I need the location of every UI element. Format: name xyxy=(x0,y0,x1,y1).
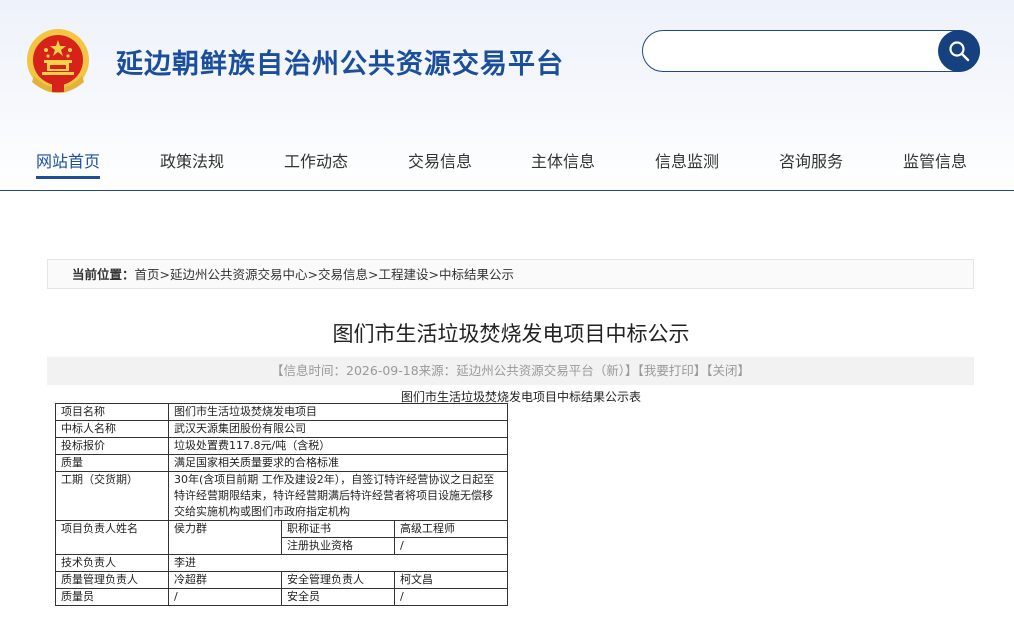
breadcrumb-result[interactable]: 中标结果公示 xyxy=(439,267,514,282)
table-cell-value: 图们市生活垃圾焚烧发电项目 xyxy=(168,403,508,421)
close-link[interactable]: 【关闭】 xyxy=(706,363,750,378)
search-box xyxy=(642,30,980,72)
table-cell-value: 武汉天源集团股份有限公司 xyxy=(168,420,508,438)
nav-item-monitoring[interactable]: 信息监测 xyxy=(655,148,719,172)
national-emblem-icon xyxy=(27,29,89,93)
table-cell-value: 李进 xyxy=(168,554,508,572)
breadcrumb-center[interactable]: 延边州公共资源交易中心 xyxy=(170,267,308,282)
table-cell-value: 30年(含项目前期 工作及建设2年），自签订特许经营协议之日起至 特许经营期限结束… xyxy=(168,471,508,521)
period-line: 30年(含项目前期 工作及建设2年），自签订特许经营协议之日起至 xyxy=(174,473,495,486)
table-cell-value: / xyxy=(394,537,508,555)
table-cell-label: 职称证书 xyxy=(281,520,395,538)
nav-item-trade-info[interactable]: 交易信息 xyxy=(408,148,472,172)
table-row: 质量管理负责人 冷超群 安全管理负责人 柯文昌 xyxy=(55,571,508,589)
table-cell-value: 冷超群 xyxy=(168,571,282,589)
table-cell-label: 注册执业资格 xyxy=(281,537,395,555)
breadcrumb-home[interactable]: 首页 xyxy=(135,267,160,282)
breadcrumb-trade-info[interactable]: 交易信息 xyxy=(318,267,368,282)
period-line: 交给实施机构或图们市政府指定机构 xyxy=(174,505,350,518)
table-row: 项目负责人姓名 侯力群 职称证书 高级工程师 xyxy=(55,520,508,555)
breadcrumb-separator: > xyxy=(307,267,319,282)
table-cell-value: 满足国家相关质量要求的合格标准 xyxy=(168,454,508,472)
table-cell-value: / xyxy=(394,588,508,606)
search-button[interactable] xyxy=(938,30,980,72)
table-row: 项目名称 图们市生活垃圾焚烧发电项目 xyxy=(55,403,508,421)
search-icon xyxy=(949,41,970,62)
result-table: 项目名称 图们市生活垃圾焚烧发电项目 中标人名称 武汉天源集团股份有限公司 投标… xyxy=(55,403,508,606)
info-source-label: 来源： xyxy=(418,363,457,378)
period-line: 特许经营期限结束，特许经营期满后特许经营者将项目设施无偿移 xyxy=(174,489,493,502)
table-cell-value: 高级工程师 xyxy=(394,520,508,538)
table-cell-label: 安全员 xyxy=(281,588,395,606)
nav-item-consulting[interactable]: 咨询服务 xyxy=(779,148,843,172)
breadcrumb: 当前位置：首页>延边州公共资源交易中心>交易信息>工程建设>中标结果公示 xyxy=(47,259,974,289)
search-input[interactable] xyxy=(657,39,931,65)
print-link[interactable]: 【我要打印】 xyxy=(637,363,706,378)
table-row: 工期（交货期） 30年(含项目前期 工作及建设2年），自签订特许经营协议之日起至… xyxy=(55,471,508,521)
table-cell-label: 质量员 xyxy=(55,588,169,606)
table-cell-label: 质量 xyxy=(55,454,169,472)
site-title: 延边朝鲜族自治州公共资源交易平台 xyxy=(116,49,564,80)
page-title: 图们市生活垃圾焚烧发电项目中标公示 xyxy=(332,322,690,346)
breadcrumb-construction[interactable]: 工程建设 xyxy=(379,267,429,282)
table-cell-value: 柯文昌 xyxy=(394,571,508,589)
table-row: 质量 满足国家相关质量要求的合格标准 xyxy=(55,454,508,472)
table-cell-value: / xyxy=(168,588,282,606)
nav-item-home[interactable]: 网站首页 xyxy=(36,148,100,172)
table-cell-label: 项目名称 xyxy=(55,403,169,421)
breadcrumb-separator: > xyxy=(428,267,440,282)
main-nav: 网站首页 政策法规 工作动态 交易信息 主体信息 信息监测 咨询服务 监管信息 xyxy=(0,140,1014,180)
table-cell-label: 安全管理负责人 xyxy=(281,571,395,589)
table-cell-label: 项目负责人姓名 xyxy=(55,520,169,555)
table-cell-label: 中标人名称 xyxy=(55,420,169,438)
info-source: 延边州公共资源交易平台（新） xyxy=(456,363,625,378)
breadcrumb-label: 当前位置： xyxy=(72,267,135,282)
nav-item-news[interactable]: 工作动态 xyxy=(284,148,348,172)
nav-active-indicator xyxy=(36,176,100,179)
table-row: 质量员 / 安全员 / xyxy=(55,588,508,606)
article-info-bar: 【信息时间：2026-09-18来源：延边州公共资源交易平台（新）】【我要打印】… xyxy=(47,357,974,385)
site-header: 延边朝鲜族自治州公共资源交易平台 网站首页 政策法规 工作动态 交易信息 主体信… xyxy=(0,0,1014,191)
table-row: 技术负责人 李进 xyxy=(55,554,508,572)
breadcrumb-separator: > xyxy=(368,267,379,282)
table-cell-label: 投标报价 xyxy=(55,437,169,455)
info-suffix: 】 xyxy=(624,363,638,378)
nav-item-supervision[interactable]: 监管信息 xyxy=(903,148,967,172)
table-row: 投标报价 垃圾处置费117.8元/吨（含税） xyxy=(55,437,508,455)
info-time: 2026-09-18 xyxy=(346,363,419,378)
table-cell-value: 侯力群 xyxy=(168,520,282,555)
table-row: 中标人名称 武汉天源集团股份有限公司 xyxy=(55,420,508,438)
table-cell-label: 质量管理负责人 xyxy=(55,571,169,589)
nav-item-policy[interactable]: 政策法规 xyxy=(160,148,224,172)
table-cell-value: 垃圾处置费117.8元/吨（含税） xyxy=(168,437,508,455)
breadcrumb-separator: > xyxy=(159,267,171,282)
info-prefix: 【信息时间： xyxy=(271,363,347,378)
table-cell-label: 技术负责人 xyxy=(55,554,169,572)
nav-item-entity-info[interactable]: 主体信息 xyxy=(531,148,595,172)
table-cell-label: 工期（交货期） xyxy=(55,471,169,521)
